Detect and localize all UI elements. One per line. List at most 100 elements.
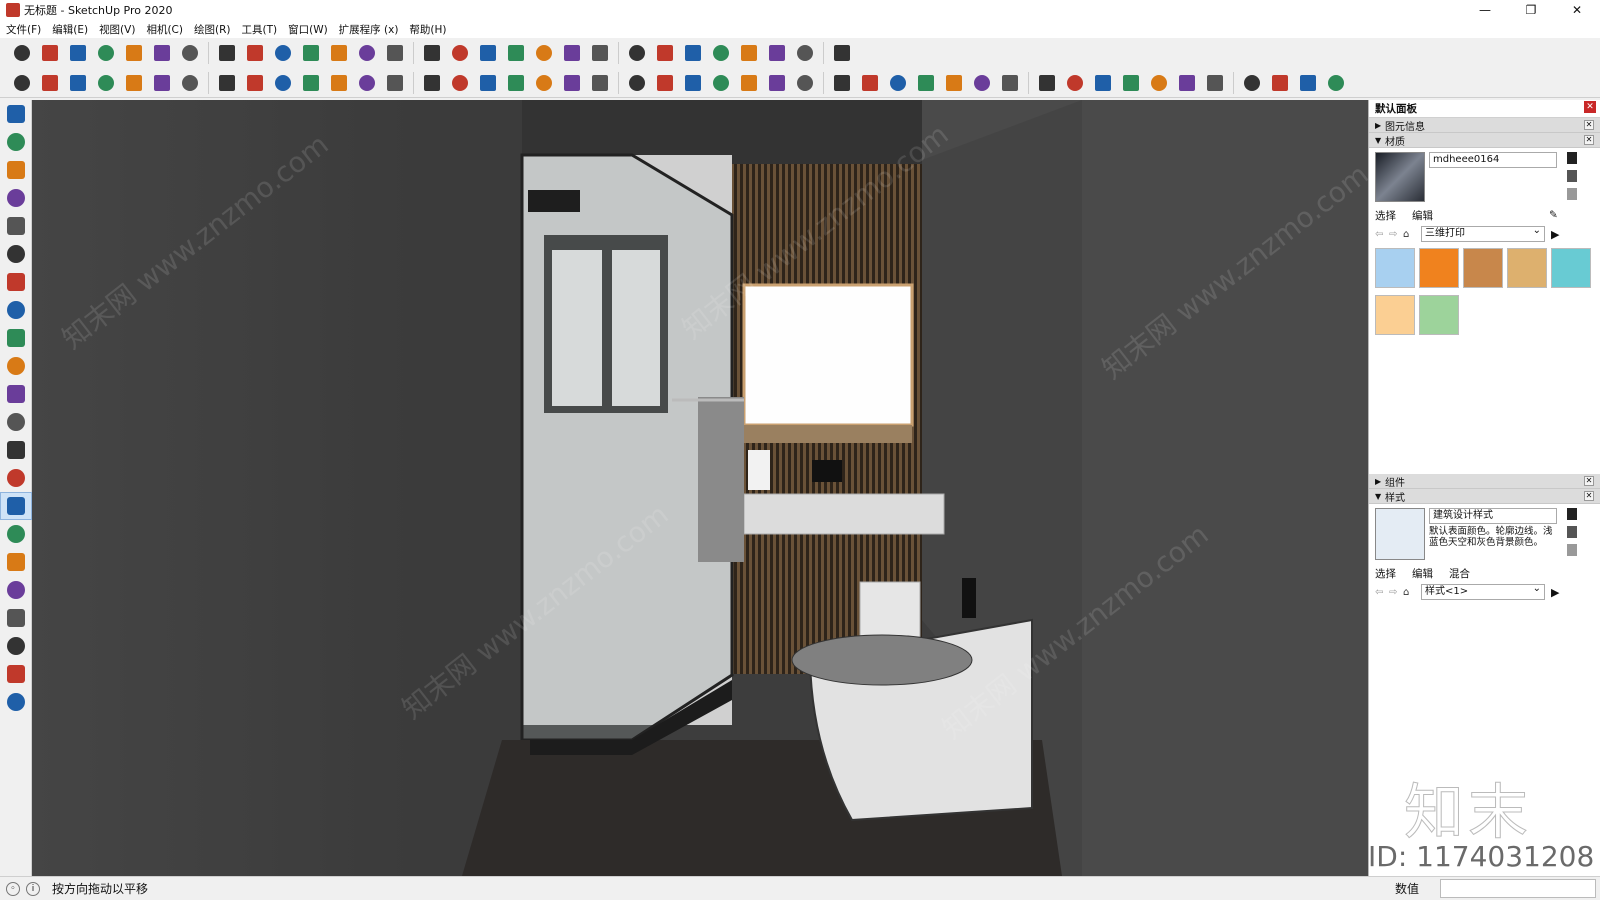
orbit-icon[interactable] <box>532 71 556 95</box>
orbit-tool-icon[interactable] <box>0 464 32 492</box>
info-icon[interactable]: i <box>26 881 40 896</box>
spiral-icon[interactable] <box>271 41 295 65</box>
create-material-icon[interactable] <box>1567 170 1577 182</box>
check-icon[interactable] <box>1240 71 1264 95</box>
mail-icon[interactable] <box>271 71 295 95</box>
view-back-icon[interactable] <box>1035 71 1059 95</box>
pencil-icon[interactable] <box>0 156 32 184</box>
rotate-icon[interactable] <box>420 71 444 95</box>
view-front-icon[interactable] <box>970 71 994 95</box>
dots-icon[interactable] <box>532 41 556 65</box>
back-icon[interactable]: ⇦ <box>1375 587 1389 598</box>
cloud-icon[interactable] <box>215 71 239 95</box>
paint-bucket-icon[interactable] <box>1567 152 1577 164</box>
grid-icon[interactable] <box>38 41 62 65</box>
zoom-extents-icon[interactable] <box>0 548 32 576</box>
box-icon[interactable] <box>504 41 528 65</box>
cloud-up-icon[interactable] <box>1119 71 1143 95</box>
camera-icon[interactable] <box>625 41 649 65</box>
ruby-icon[interactable] <box>0 632 32 660</box>
menu-draw[interactable]: 绘图(R) <box>194 22 231 37</box>
info-icon[interactable] <box>299 71 323 95</box>
pushpull-tool-icon[interactable] <box>0 240 32 268</box>
scale-tool-icon[interactable] <box>0 352 32 380</box>
flip-icon[interactable] <box>476 41 500 65</box>
select-icon[interactable] <box>0 100 32 128</box>
section-icon[interactable] <box>830 71 854 95</box>
wand-icon[interactable] <box>299 41 323 65</box>
move-tool-icon[interactable] <box>0 296 32 324</box>
shelf-icon[interactable] <box>765 41 789 65</box>
add-icon[interactable] <box>94 71 118 95</box>
styles-close-icon[interactable]: ✕ <box>1584 491 1594 501</box>
screen-icon[interactable] <box>653 41 677 65</box>
material-swatch[interactable] <box>1507 248 1547 288</box>
checker-icon[interactable] <box>178 71 202 95</box>
view-iso-icon[interactable] <box>914 71 938 95</box>
details-icon[interactable]: ▶ <box>1551 228 1559 241</box>
material-swatch[interactable] <box>1551 248 1591 288</box>
tree-icon[interactable] <box>122 71 146 95</box>
material-swatch[interactable] <box>1463 248 1503 288</box>
pushpull-icon[interactable] <box>383 71 407 95</box>
material-name-field[interactable]: mdheee0164 <box>1429 152 1557 168</box>
section-cut-icon[interactable] <box>886 71 910 95</box>
download-icon[interactable] <box>1268 71 1292 95</box>
components-close-icon[interactable]: ✕ <box>1584 476 1594 486</box>
refresh-icon[interactable] <box>38 71 62 95</box>
offset-icon[interactable] <box>504 71 528 95</box>
minimize-button[interactable]: — <box>1462 0 1508 20</box>
stack-icon[interactable] <box>66 71 90 95</box>
menu-help[interactable]: 帮助(H) <box>409 22 446 37</box>
settings-icon[interactable] <box>1296 71 1320 95</box>
material-library-select[interactable]: 三维打印 <box>1421 224 1545 242</box>
lattice-icon[interactable] <box>420 41 444 65</box>
atom-icon[interactable] <box>1203 71 1227 95</box>
cloud-down-icon[interactable] <box>1147 71 1171 95</box>
move-icon[interactable] <box>355 71 379 95</box>
measurements-input[interactable] <box>1440 879 1596 898</box>
bridge-icon[interactable] <box>215 41 239 65</box>
flag-icon[interactable] <box>150 71 174 95</box>
gem-icon[interactable] <box>0 660 32 688</box>
rotate-tool-icon[interactable] <box>0 324 32 352</box>
rail-icon[interactable] <box>150 41 174 65</box>
menu-window[interactable]: 窗口(W) <box>288 22 328 37</box>
tab-select[interactable]: 选择 <box>1375 208 1396 223</box>
zoom-icon[interactable] <box>0 520 32 548</box>
components-icon[interactable] <box>0 604 32 632</box>
door-icon[interactable] <box>709 41 733 65</box>
arc-icon[interactable] <box>243 41 267 65</box>
hidden-icon[interactable] <box>709 71 733 95</box>
curve-icon[interactable] <box>10 41 34 65</box>
frame-icon[interactable] <box>1175 71 1199 95</box>
text-icon[interactable] <box>0 408 32 436</box>
sync-icon[interactable] <box>1063 71 1087 95</box>
entity-info-header[interactable]: ▶ 图元信息 ✕ <box>1369 118 1600 133</box>
pan-icon[interactable] <box>0 492 32 520</box>
iso-icon[interactable] <box>560 71 584 95</box>
top-icon[interactable] <box>588 71 612 95</box>
xray-icon[interactable] <box>653 71 677 95</box>
dynamic-icon[interactable] <box>0 576 32 604</box>
entity-info-close-icon[interactable]: ✕ <box>1584 120 1594 130</box>
material-swatch[interactable] <box>1419 295 1459 335</box>
components-header[interactable]: ▶ 组件 ✕ <box>1369 474 1600 489</box>
section-fill-icon[interactable] <box>858 71 882 95</box>
menu-tools[interactable]: 工具(T) <box>241 22 277 37</box>
tab-edit[interactable]: 编辑 <box>1412 566 1433 581</box>
view-right-icon[interactable] <box>998 71 1022 95</box>
pipe-icon[interactable] <box>355 41 379 65</box>
brush-icon[interactable] <box>588 41 612 65</box>
back-icon[interactable]: ⇦ <box>1375 229 1389 240</box>
share-icon[interactable] <box>1091 71 1115 95</box>
forward-icon[interactable]: ⇨ <box>1389 229 1403 240</box>
shape-icon[interactable] <box>0 212 32 240</box>
eyedropper-icon[interactable]: ✎ <box>1549 209 1558 221</box>
view-top-icon[interactable] <box>942 71 966 95</box>
material-swatch[interactable] <box>1375 248 1415 288</box>
shaded-icon[interactable] <box>737 71 761 95</box>
orange-shape-icon[interactable] <box>10 71 34 95</box>
styles-header[interactable]: ▼ 样式 ✕ <box>1369 489 1600 504</box>
cabinet-icon[interactable] <box>830 41 854 65</box>
